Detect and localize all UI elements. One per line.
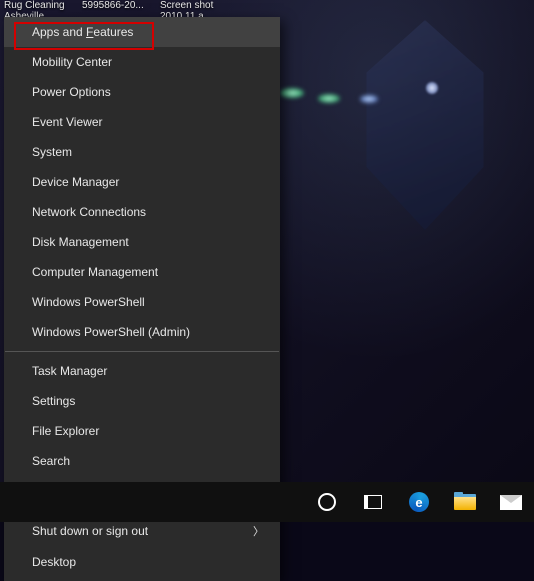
menu-item-desktop[interactable]: Desktop [4,547,280,577]
menu-item-label: Settings [32,394,75,408]
menu-item-label: Windows PowerShell [32,295,145,309]
menu-item-apps-and-features[interactable]: Apps and Features [4,17,280,47]
mail-icon [500,495,522,510]
menu-item-label: Search [32,454,70,468]
menu-item-label: System [32,145,72,159]
menu-item-label: Power Options [32,85,111,99]
edge-icon [409,492,429,512]
menu-item-label: Shut down or sign out [32,524,148,538]
taskbar-edge-button[interactable] [396,482,442,522]
task-view-icon [364,495,382,509]
menu-item-file-explorer[interactable]: File Explorer [4,416,280,446]
menu-separator [5,351,279,352]
menu-item-task-manager[interactable]: Task Manager [4,356,280,386]
menu-item-label: Computer Management [32,265,158,279]
menu-item-settings[interactable]: Settings [4,386,280,416]
menu-item-windows-powershell-admin[interactable]: Windows PowerShell (Admin) [4,317,280,347]
taskbar-file-explorer-button[interactable] [442,482,488,522]
menu-item-label: Event Viewer [32,115,102,129]
menu-item-computer-management[interactable]: Computer Management [4,257,280,287]
menu-item-system[interactable]: System [4,137,280,167]
folder-icon [454,494,476,510]
menu-item-label: Disk Management [32,235,129,249]
menu-item-label: Apps and Features [32,25,133,39]
chevron-right-icon: 〉 [253,523,264,539]
taskbar-mail-button[interactable] [488,482,534,522]
menu-item-label: Windows PowerShell (Admin) [32,325,190,339]
cortana-icon [318,493,336,511]
taskbar [0,482,534,522]
menu-item-windows-powershell[interactable]: Windows PowerShell [4,287,280,317]
menu-item-network-connections[interactable]: Network Connections [4,197,280,227]
menu-item-label: Desktop [32,555,76,569]
menu-item-device-manager[interactable]: Device Manager [4,167,280,197]
menu-item-label: Mobility Center [32,55,112,69]
menu-item-disk-management[interactable]: Disk Management [4,227,280,257]
taskbar-cortana-button[interactable] [304,482,350,522]
menu-item-label: Task Manager [32,364,107,378]
taskbar-task-view-button[interactable] [350,482,396,522]
menu-item-label: File Explorer [32,424,99,438]
menu-item-mobility-center[interactable]: Mobility Center [4,47,280,77]
menu-item-label: Device Manager [32,175,119,189]
menu-item-label: Network Connections [32,205,146,219]
menu-item-search[interactable]: Search [4,446,280,476]
menu-item-event-viewer[interactable]: Event Viewer [4,107,280,137]
menu-item-power-options[interactable]: Power Options [4,77,280,107]
